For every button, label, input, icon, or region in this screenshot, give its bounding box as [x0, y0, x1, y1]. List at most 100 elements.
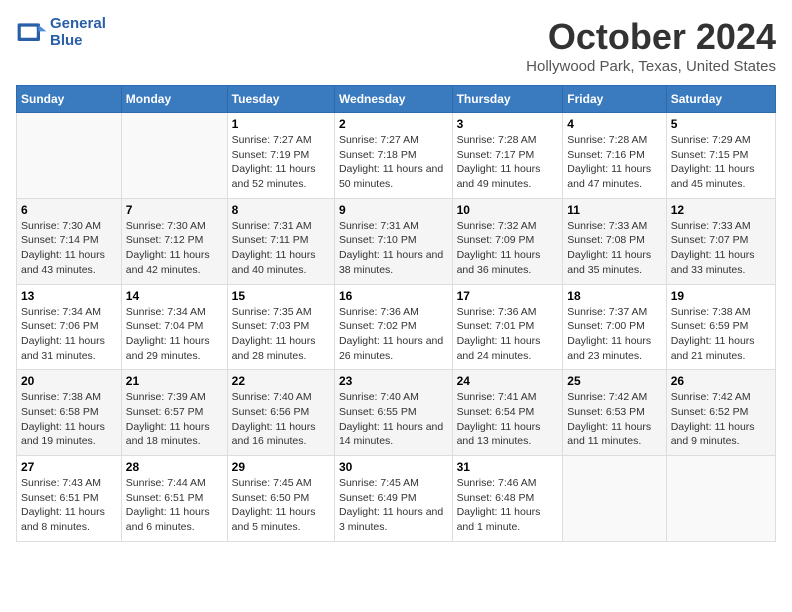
day-info: Sunrise: 7:41 AMSunset: 6:54 PMDaylight:… — [457, 390, 559, 449]
calendar-cell: 12 Sunrise: 7:33 AMSunset: 7:07 PMDayligh… — [666, 198, 775, 284]
day-number: 3 — [457, 117, 559, 131]
day-info: Sunrise: 7:31 AMSunset: 7:10 PMDaylight:… — [339, 219, 448, 278]
calendar-cell: 1Sunrise: 7:27 AMSunset: 7:19 PMDaylight… — [227, 113, 334, 199]
calendar-cell: 26Sunrise: 7:42 AMSunset: 6:52 PMDayligh… — [666, 370, 775, 456]
day-info: Sunrise: 7:37 AMSunset: 7:00 PMDaylight:… — [567, 305, 661, 364]
day-info: Sunrise: 7:27 AMSunset: 7:18 PMDaylight:… — [339, 133, 448, 192]
day-info: Sunrise: 7:40 AMSunset: 6:55 PMDaylight:… — [339, 390, 448, 449]
week-row-1: 1Sunrise: 7:27 AMSunset: 7:19 PMDaylight… — [17, 113, 776, 199]
calendar-cell: 20Sunrise: 7:38 AMSunset: 6:58 PMDayligh… — [17, 370, 122, 456]
day-number: 15 — [232, 289, 330, 303]
header-friday: Friday — [563, 86, 666, 113]
day-info: Sunrise: 7:42 AMSunset: 6:53 PMDaylight:… — [567, 390, 661, 449]
calendar-cell: 19 Sunrise: 7:38 AMSunset: 6:59 PMDayligh… — [666, 284, 775, 370]
day-number: 23 — [339, 374, 448, 388]
calendar-cell: 17 Sunrise: 7:36 AMSunset: 7:01 PMDayligh… — [452, 284, 563, 370]
day-number: 19 — [671, 289, 771, 303]
day-info: Sunrise: 7:40 AMSunset: 6:56 PMDaylight:… — [232, 390, 330, 449]
day-info: Sunrise: 7:43 AMSunset: 6:51 PMDaylight:… — [21, 476, 117, 535]
header-sunday: Sunday — [17, 86, 122, 113]
calendar-cell: 27 Sunrise: 7:43 AMSunset: 6:51 PMDayligh… — [17, 456, 122, 542]
day-number: 16 — [339, 289, 448, 303]
week-row-5: 27 Sunrise: 7:43 AMSunset: 6:51 PMDayligh… — [17, 456, 776, 542]
day-info: Sunrise: 7:29 AMSunset: 7:15 PMDaylight:… — [671, 133, 771, 192]
header-wednesday: Wednesday — [334, 86, 452, 113]
calendar-cell: 21Sunrise: 7:39 AMSunset: 6:57 PMDayligh… — [121, 370, 227, 456]
calendar-cell: 30 Sunrise: 7:45 AMSunset: 6:49 PMDayligh… — [334, 456, 452, 542]
calendar-cell: 8 Sunrise: 7:31 AMSunset: 7:11 PMDaylight… — [227, 198, 334, 284]
day-info: Sunrise: 7:33 AMSunset: 7:07 PMDaylight:… — [671, 219, 771, 278]
day-info: Sunrise: 7:33 AMSunset: 7:08 PMDaylight:… — [567, 219, 661, 278]
calendar-cell: 7 Sunrise: 7:30 AMSunset: 7:12 PMDaylight… — [121, 198, 227, 284]
day-number: 4 — [567, 117, 661, 131]
calendar-cell — [17, 113, 122, 199]
title-area: October 2024 Hollywood Park, Texas, Unit… — [526, 16, 776, 75]
location-title: Hollywood Park, Texas, United States — [526, 58, 776, 75]
calendar-cell: 14Sunrise: 7:34 AMSunset: 7:04 PMDayligh… — [121, 284, 227, 370]
day-number: 21 — [126, 374, 223, 388]
day-number: 17 — [457, 289, 559, 303]
calendar-cell: 25 Sunrise: 7:42 AMSunset: 6:53 PMDayligh… — [563, 370, 666, 456]
day-number: 25 — [567, 374, 661, 388]
day-info: Sunrise: 7:31 AMSunset: 7:11 PMDaylight:… — [232, 219, 330, 278]
day-info: Sunrise: 7:30 AMSunset: 7:12 PMDaylight:… — [126, 219, 223, 278]
day-number: 8 — [232, 203, 330, 217]
calendar-cell — [563, 456, 666, 542]
day-number: 12 — [671, 203, 771, 217]
day-info: Sunrise: 7:35 AMSunset: 7:03 PMDaylight:… — [232, 305, 330, 364]
header-thursday: Thursday — [452, 86, 563, 113]
day-info: Sunrise: 7:42 AMSunset: 6:52 PMDaylight:… — [671, 390, 771, 449]
calendar-cell: 24Sunrise: 7:41 AMSunset: 6:54 PMDayligh… — [452, 370, 563, 456]
calendar-cell: 2 Sunrise: 7:27 AMSunset: 7:18 PMDaylight… — [334, 113, 452, 199]
day-number: 5 — [671, 117, 771, 131]
day-number: 6 — [21, 203, 117, 217]
calendar-cell: 15 Sunrise: 7:35 AMSunset: 7:03 PMDayligh… — [227, 284, 334, 370]
calendar-cell: 10 Sunrise: 7:32 AMSunset: 7:09 PMDayligh… — [452, 198, 563, 284]
week-row-4: 20Sunrise: 7:38 AMSunset: 6:58 PMDayligh… — [17, 370, 776, 456]
day-number: 28 — [126, 460, 223, 474]
calendar-cell — [666, 456, 775, 542]
calendar-cell: 22 Sunrise: 7:40 AMSunset: 6:56 PMDayligh… — [227, 370, 334, 456]
calendar-cell: 29Sunrise: 7:45 AMSunset: 6:50 PMDayligh… — [227, 456, 334, 542]
logo-line2: Blue — [50, 33, 106, 50]
day-number: 11 — [567, 203, 661, 217]
day-number: 31 — [457, 460, 559, 474]
logo: General Blue — [16, 16, 106, 49]
day-number: 30 — [339, 460, 448, 474]
day-info: Sunrise: 7:36 AMSunset: 7:02 PMDaylight:… — [339, 305, 448, 364]
day-info: Sunrise: 7:38 AMSunset: 6:59 PMDaylight:… — [671, 305, 771, 364]
calendar-cell: 9Sunrise: 7:31 AMSunset: 7:10 PMDaylight… — [334, 198, 452, 284]
day-info: Sunrise: 7:45 AMSunset: 6:50 PMDaylight:… — [232, 476, 330, 535]
logo-line1: General — [50, 16, 106, 33]
day-number: 2 — [339, 117, 448, 131]
day-info: Sunrise: 7:32 AMSunset: 7:09 PMDaylight:… — [457, 219, 559, 278]
calendar-cell: 5 Sunrise: 7:29 AMSunset: 7:15 PMDaylight… — [666, 113, 775, 199]
day-number: 18 — [567, 289, 661, 303]
week-row-2: 6 Sunrise: 7:30 AMSunset: 7:14 PMDaylight… — [17, 198, 776, 284]
calendar-cell: 18 Sunrise: 7:37 AMSunset: 7:00 PMDayligh… — [563, 284, 666, 370]
calendar-cell: 31 Sunrise: 7:46 AMSunset: 6:48 PMDayligh… — [452, 456, 563, 542]
day-info: Sunrise: 7:38 AMSunset: 6:58 PMDaylight:… — [21, 390, 117, 449]
calendar-cell: 23 Sunrise: 7:40 AMSunset: 6:55 PMDayligh… — [334, 370, 452, 456]
calendar-cell: 28Sunrise: 7:44 AMSunset: 6:51 PMDayligh… — [121, 456, 227, 542]
day-info: Sunrise: 7:36 AMSunset: 7:01 PMDaylight:… — [457, 305, 559, 364]
week-row-3: 13 Sunrise: 7:34 AMSunset: 7:06 PMDayligh… — [17, 284, 776, 370]
day-info: Sunrise: 7:45 AMSunset: 6:49 PMDaylight:… — [339, 476, 448, 535]
calendar-header-row: SundayMondayTuesdayWednesdayThursdayFrid… — [17, 86, 776, 113]
calendar-cell: 4Sunrise: 7:28 AMSunset: 7:16 PMDaylight… — [563, 113, 666, 199]
calendar-cell: 16 Sunrise: 7:36 AMSunset: 7:02 PMDayligh… — [334, 284, 452, 370]
day-number: 7 — [126, 203, 223, 217]
day-info: Sunrise: 7:34 AMSunset: 7:06 PMDaylight:… — [21, 305, 117, 364]
day-number: 13 — [21, 289, 117, 303]
header-monday: Monday — [121, 86, 227, 113]
month-title: October 2024 — [526, 16, 776, 58]
day-info: Sunrise: 7:46 AMSunset: 6:48 PMDaylight:… — [457, 476, 559, 535]
day-info: Sunrise: 7:28 AMSunset: 7:17 PMDaylight:… — [457, 133, 559, 192]
day-number: 22 — [232, 374, 330, 388]
day-info: Sunrise: 7:30 AMSunset: 7:14 PMDaylight:… — [21, 219, 117, 278]
day-number: 10 — [457, 203, 559, 217]
header: General Blue October 2024 Hollywood Park… — [16, 16, 776, 75]
day-number: 27 — [21, 460, 117, 474]
calendar-cell: 3 Sunrise: 7:28 AMSunset: 7:17 PMDaylight… — [452, 113, 563, 199]
day-info: Sunrise: 7:34 AMSunset: 7:04 PMDaylight:… — [126, 305, 223, 364]
